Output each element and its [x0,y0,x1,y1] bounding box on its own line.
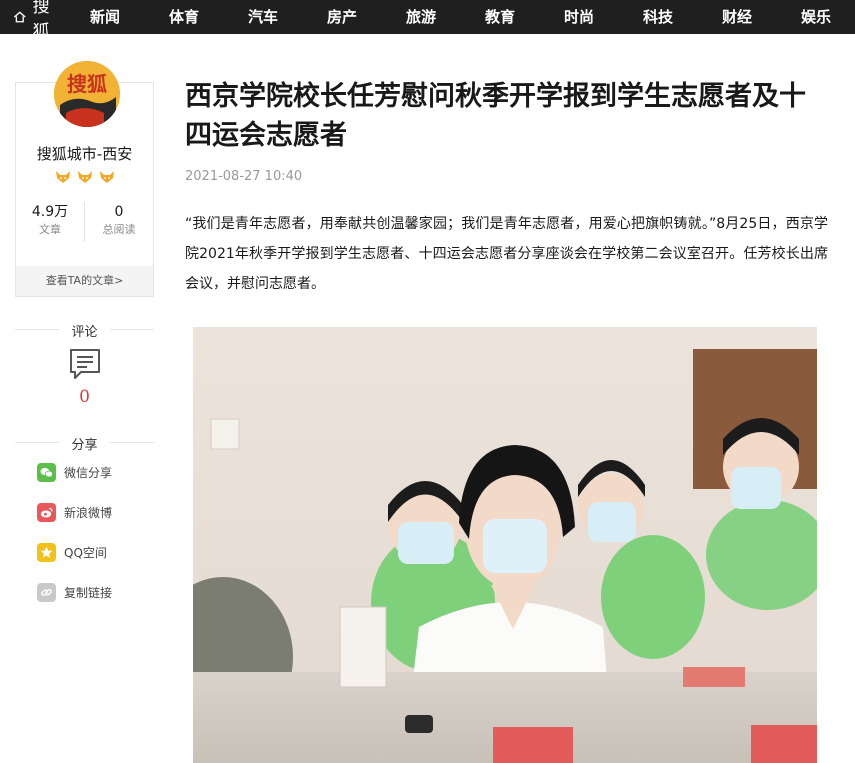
share-wechat-button[interactable]: 微信分享 [37,462,112,482]
nav-item-travel[interactable]: 旅游 [406,0,485,34]
author-badges [16,170,153,184]
comment-icon[interactable] [69,348,101,380]
wechat-icon [37,462,56,482]
copy-link-label: 复制链接 [64,585,113,600]
sohu-logo[interactable]: 搜狐 [0,0,57,42]
share-weibo-button[interactable]: 新浪微博 [37,502,112,522]
weibo-icon [37,502,56,522]
nav-item-education[interactable]: 教育 [485,0,564,34]
author-avatar[interactable]: 搜狐 [54,61,120,127]
article-title: 西京学院校长任芳慰问秋季开学报到学生志愿者及十四运会志愿者 [185,81,806,151]
reads-count: 0 [114,204,124,220]
nav-item-sports[interactable]: 体育 [169,0,248,34]
meeting-photo-illustration [193,327,817,763]
nav-item-news[interactable]: 新闻 [90,0,169,34]
view-author-articles-link[interactable]: 查看TA的文章> [16,266,153,296]
share-weibo-label: 新浪微博 [64,505,113,520]
nav-item-entertainment[interactable]: 娱乐 [801,0,855,34]
nav-item-finance[interactable]: 财经 [722,0,801,34]
share-qzone-button[interactable]: QQ空间 [37,542,107,562]
home-icon [13,11,26,23]
comment-heading: 评论 [15,321,154,340]
fox-badge-icon [77,171,92,183]
channel-nav: 新闻 体育 汽车 房产 旅游 教育 时尚 科技 财经 娱乐 [90,0,855,34]
nav-item-tech[interactable]: 科技 [643,0,722,34]
author-card: 搜狐 搜狐城市-西安 4.9万 文章 0 总阅读 查看TA的文章> [15,61,154,297]
avatar-logo-graphic: 搜狐 [54,61,120,127]
comment-count[interactable]: 0 [15,387,154,407]
stat-articles: 4.9万 文章 [16,202,84,242]
article-date: 2021-08-27 10:40 [185,169,303,184]
reads-label: 总阅读 [102,223,136,236]
qzone-icon [37,542,56,562]
copy-link-button[interactable]: 复制链接 [37,582,112,602]
avatar-logo-text: 搜狐 [67,72,107,96]
articles-label: 文章 [39,223,61,236]
fox-badge-icon [55,171,70,183]
nav-item-fashion[interactable]: 时尚 [564,0,643,34]
nav-item-house[interactable]: 房产 [327,0,406,34]
author-name[interactable]: 搜狐城市-西安 [16,143,153,164]
link-icon [37,582,56,602]
share-wechat-label: 微信分享 [64,465,113,480]
top-nav-bar: 搜狐 新闻 体育 汽车 房产 旅游 教育 时尚 科技 财经 娱乐 [0,0,855,42]
share-heading: 分享 [15,434,154,453]
nav-item-auto[interactable]: 汽车 [248,0,327,34]
logo-text: 搜狐 [32,0,51,42]
author-stats: 4.9万 文章 0 总阅读 [16,202,153,242]
fox-badge-icon [99,171,114,183]
stat-reads: 0 总阅读 [84,202,153,242]
article-photo[interactable] [193,327,817,763]
share-qzone-label: QQ空间 [64,545,107,560]
articles-count: 4.9万 [31,204,69,220]
article-body-paragraph: “我们是青年志愿者，用奉献共创温馨家园；我们是青年志愿者，用爱心把旗帜铸就。”8… [185,216,828,292]
